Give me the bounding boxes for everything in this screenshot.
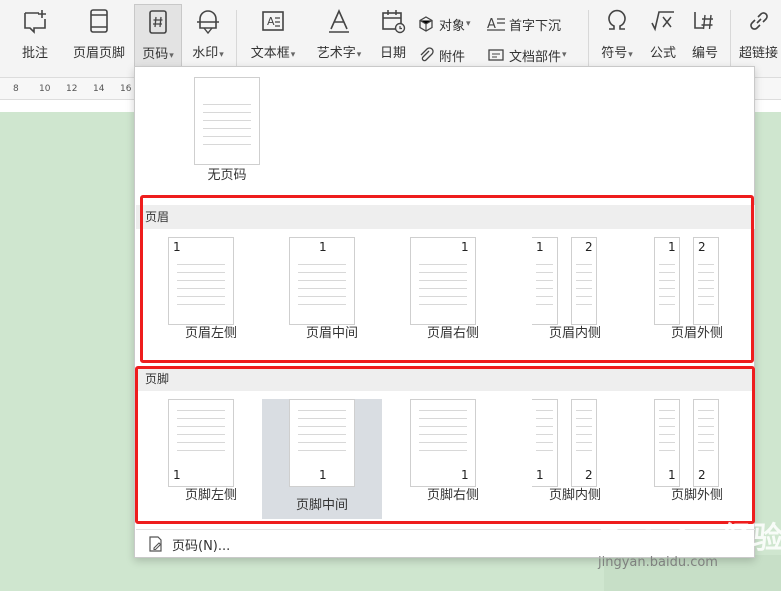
- ruler-tick-label: 16: [120, 84, 132, 94]
- word-art-label: 艺术字: [316, 46, 356, 61]
- drop-cap-label: 首字下沉: [509, 18, 562, 34]
- page-number-button[interactable]: 页码▾: [134, 4, 182, 74]
- symbol-button[interactable]: 符号▾: [596, 4, 638, 74]
- no-page-number-label: 无页码: [207, 168, 247, 183]
- watermark-url: jingyan.baidu.com: [598, 555, 718, 570]
- doc-parts-icon: [486, 45, 506, 65]
- paperclip-icon: [416, 45, 436, 65]
- document-page-edge: [754, 100, 781, 112]
- comment-icon: [19, 4, 51, 38]
- hyperlink-button[interactable]: 超链接: [736, 4, 781, 74]
- attachment-button[interactable]: 附件: [416, 43, 465, 67]
- header-footer-label: 页眉页脚: [72, 46, 125, 61]
- chevron-down-icon: ▾: [219, 50, 224, 60]
- page-number-icon: [142, 5, 174, 39]
- chevron-down-icon: ▾: [466, 19, 471, 29]
- toolbar-divider: [588, 10, 589, 66]
- header-footer-button[interactable]: 页眉页脚: [66, 4, 132, 74]
- formula-icon: [647, 4, 679, 38]
- word-art-button[interactable]: 艺术字▾: [310, 4, 368, 74]
- toolbar-divider: [730, 10, 731, 66]
- date-label: 日期: [379, 46, 406, 61]
- text-box-button[interactable]: A 文本框▾: [244, 4, 302, 74]
- drop-cap-button[interactable]: A 首字下沉: [486, 12, 561, 36]
- text-box-icon: A: [257, 4, 289, 38]
- hyperlink-label: 超链接: [738, 46, 778, 61]
- doc-parts-button[interactable]: 文档部件 ▾: [486, 43, 567, 67]
- page-thumbnail: [194, 77, 260, 165]
- chevron-down-icon: ▾: [290, 50, 296, 60]
- object-icon: [416, 14, 436, 34]
- link-icon: [743, 4, 775, 38]
- document-page-edge: [0, 100, 134, 112]
- comment-label: 批注: [21, 46, 48, 61]
- comment-button[interactable]: 批注: [12, 4, 58, 74]
- object-button[interactable]: 对象 ▾: [416, 12, 471, 36]
- footer-highlight-box: [135, 366, 755, 524]
- svg-text:A: A: [267, 15, 275, 28]
- omega-icon: [601, 4, 633, 38]
- page-number-label: 页码: [142, 47, 169, 62]
- calendar-icon: [377, 4, 409, 38]
- drop-cap-icon: A: [486, 14, 506, 34]
- object-label: 对象: [439, 18, 466, 34]
- chevron-down-icon: ▾: [628, 50, 633, 60]
- no-page-number-option[interactable]: 无页码: [167, 71, 287, 195]
- symbol-label: 符号: [601, 46, 628, 61]
- ruler-tick-label: 8: [13, 84, 19, 94]
- watermark-icon: [192, 4, 224, 38]
- formula-button[interactable]: 公式: [644, 4, 682, 74]
- watermark-button[interactable]: 水印▾: [186, 4, 230, 74]
- attachment-label: 附件: [439, 49, 466, 65]
- text-box-label: 文本框: [250, 46, 290, 61]
- header-footer-icon: [83, 4, 115, 38]
- word-art-icon: [323, 4, 355, 38]
- header-highlight-box: [140, 195, 754, 363]
- watermark-label: 水印: [192, 46, 219, 61]
- ruler-tick-label: 10: [39, 84, 51, 94]
- chevron-down-icon: ▾: [562, 50, 567, 60]
- date-button[interactable]: 日期: [374, 4, 412, 74]
- numbering-icon: [689, 4, 721, 38]
- chevron-down-icon: ▾: [356, 50, 362, 60]
- page-number-settings-label: 页码(N)...: [172, 538, 231, 554]
- numbering-button[interactable]: 编号: [686, 4, 724, 74]
- formula-label: 公式: [649, 46, 676, 61]
- doc-parts-label: 文档部件: [509, 49, 562, 65]
- ruler-tick-label: 12: [66, 84, 78, 94]
- numbering-label: 编号: [691, 46, 718, 61]
- page-edit-icon: [146, 534, 166, 554]
- chevron-down-icon: ▾: [169, 51, 174, 61]
- toolbar-divider: [236, 10, 237, 66]
- watermark-brand: Bai du 经验: [598, 521, 781, 556]
- ruler-tick-label: 14: [93, 84, 105, 94]
